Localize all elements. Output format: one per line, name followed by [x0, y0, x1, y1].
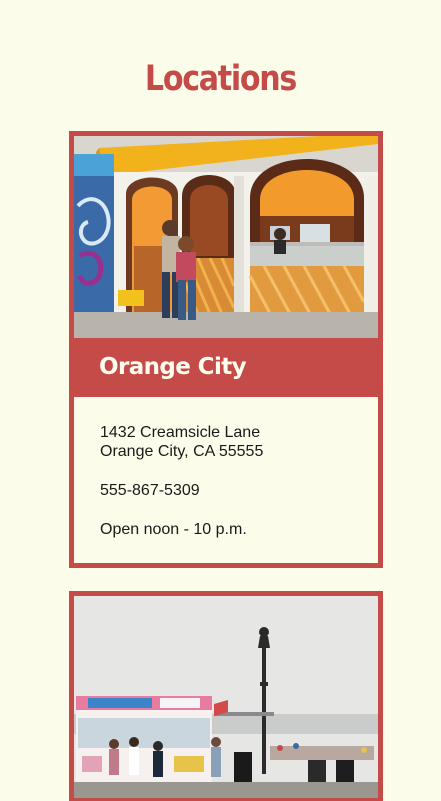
phone-number[interactable]: 555-867-5309	[100, 481, 378, 500]
location-card: Orange City 1432 Creamsicle Lane Orange …	[69, 131, 383, 568]
opening-hours: Open noon - 10 p.m.	[100, 521, 247, 538]
location-photo	[74, 136, 378, 338]
address-line-2: Orange City, CA 55555	[100, 443, 264, 460]
location-card	[69, 591, 383, 801]
location-header: Orange City	[74, 338, 378, 397]
page-title: Locations	[144, 59, 297, 100]
location-name: Orange City	[99, 354, 247, 380]
location-photo	[74, 596, 378, 798]
address-line-1: 1432 Creamsicle Lane	[100, 424, 261, 441]
location-details: 1432 Creamsicle Lane Orange City, CA 555…	[74, 397, 378, 539]
